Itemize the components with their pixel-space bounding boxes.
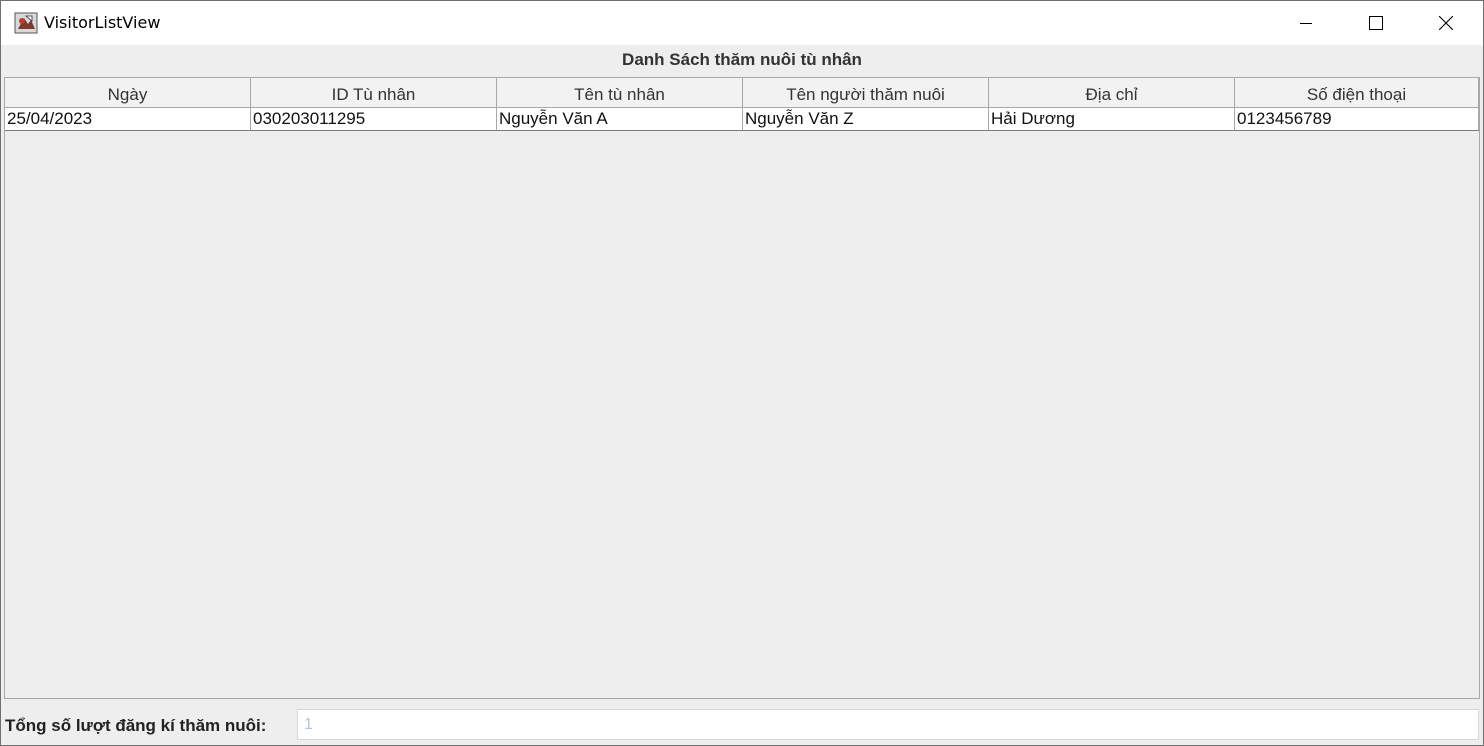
cell-phone[interactable]: 0123456789 bbox=[1235, 108, 1479, 130]
total-visits-label: Tổng số lượt đăng kí thăm nuôi: bbox=[5, 716, 267, 735]
total-visits-field[interactable]: 1 bbox=[297, 709, 1479, 740]
minimize-icon bbox=[1300, 17, 1312, 29]
cell-address[interactable]: Hải Dương bbox=[989, 108, 1235, 130]
table-body: 25/04/2023 030203011295 Nguyễn Văn A Ngu… bbox=[5, 108, 1479, 131]
minimize-button[interactable] bbox=[1283, 1, 1329, 45]
window-title: VisitorListView bbox=[44, 13, 161, 32]
column-header-visitor-name[interactable]: Tên người thăm nuôi bbox=[743, 78, 989, 108]
table-header: Ngày ID Tù nhân Tên tù nhân Tên người th… bbox=[5, 78, 1479, 108]
maximize-icon bbox=[1369, 16, 1383, 30]
column-header-date[interactable]: Ngày bbox=[5, 78, 251, 108]
visitor-list-window: VisitorListView Danh Sách thăm nuôi tù n… bbox=[0, 0, 1484, 746]
column-header-address[interactable]: Địa chỉ bbox=[989, 78, 1235, 108]
maximize-button[interactable] bbox=[1353, 1, 1399, 45]
column-header-prisoner-id[interactable]: ID Tù nhân bbox=[251, 78, 497, 108]
table-row[interactable]: 25/04/2023 030203011295 Nguyễn Văn A Ngu… bbox=[5, 108, 1479, 131]
cell-prisoner-name[interactable]: Nguyễn Văn A bbox=[497, 108, 743, 130]
cell-date[interactable]: 25/04/2023 bbox=[5, 108, 251, 130]
close-icon bbox=[1439, 16, 1453, 30]
page-title: Danh Sách thăm nuôi tù nhân bbox=[622, 50, 862, 69]
column-header-phone[interactable]: Số điện thoại bbox=[1235, 78, 1479, 108]
footer-bar: Tổng số lượt đăng kí thăm nuôi: 1 bbox=[1, 707, 1483, 745]
cell-prisoner-id[interactable]: 030203011295 bbox=[251, 108, 497, 130]
visitor-table[interactable]: Ngày ID Tù nhân Tên tù nhân Tên người th… bbox=[4, 77, 1480, 699]
close-button[interactable] bbox=[1423, 1, 1469, 45]
java-coffee-icon bbox=[14, 12, 38, 34]
column-header-prisoner-name[interactable]: Tên tù nhân bbox=[497, 78, 743, 108]
title-bar[interactable]: VisitorListView bbox=[1, 1, 1483, 45]
cell-visitor-name[interactable]: Nguyễn Văn Z bbox=[743, 108, 989, 130]
